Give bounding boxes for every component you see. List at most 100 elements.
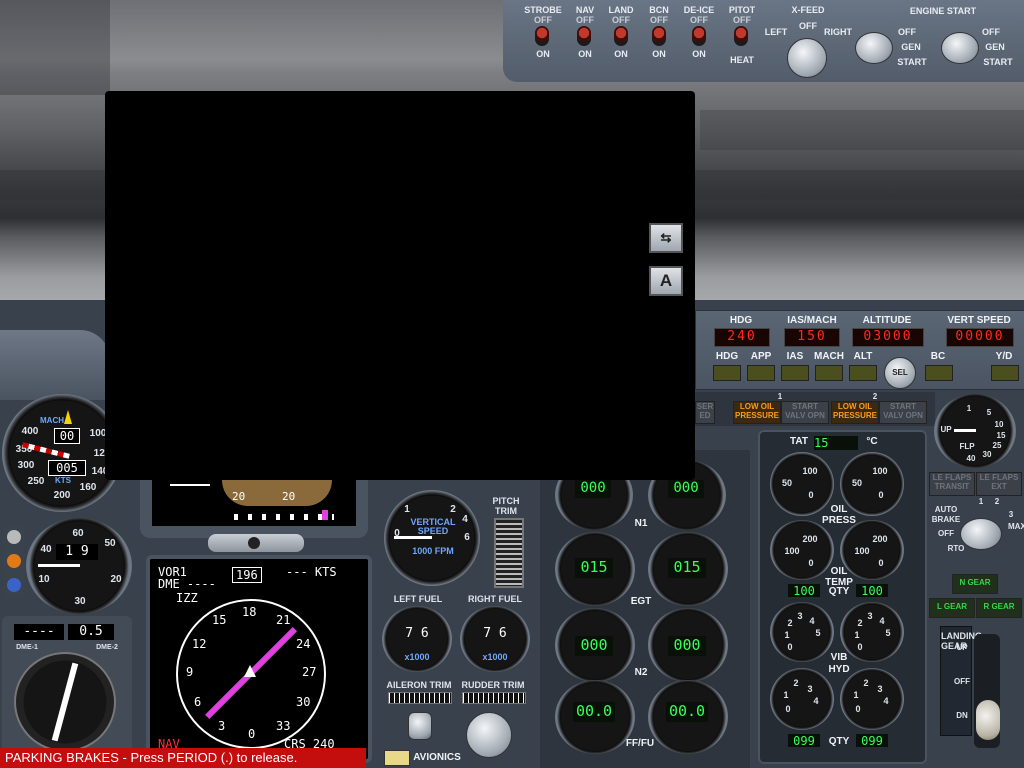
egt-left-readout: 015	[575, 558, 613, 578]
altimeter-needle	[38, 564, 80, 567]
flaps-flp-label: FLP	[959, 442, 975, 451]
pitot-toggle[interactable]	[734, 26, 748, 46]
ap-app-button[interactable]	[747, 365, 775, 381]
adi-knob[interactable]	[248, 537, 260, 549]
hyd-qty-right-readout: 099	[856, 734, 888, 748]
left-fuel-readout: 7 6	[405, 626, 429, 641]
engine-start-2-knob[interactable]	[941, 32, 979, 64]
pitch-trim-wheel[interactable]	[494, 518, 524, 588]
engine-start-1-off: OFF	[898, 27, 916, 37]
deice-off-label: OFF	[690, 15, 708, 25]
strobe-toggle[interactable]	[535, 26, 549, 46]
landing-gear-lever[interactable]	[976, 700, 1000, 740]
ap-mach-btn-label: MACH	[814, 351, 844, 362]
flaps-mark-40: 40	[966, 454, 976, 463]
hsi-card-0: 0	[248, 727, 256, 741]
hsi-speed: --- KTS	[286, 565, 337, 579]
ap-mach-button[interactable]	[815, 365, 843, 381]
ap-alt-btn-label: ALT	[853, 351, 873, 362]
oil-press-left-50: 50	[781, 478, 792, 488]
hyd-qty-label: QTY	[828, 736, 850, 747]
xfeed-off-label: OFF	[799, 21, 817, 31]
hyd-right-3: 3	[877, 684, 883, 694]
ap-hdg-btn-label: HDG	[715, 351, 739, 362]
ap-sel-knob[interactable]: SEL	[884, 357, 916, 389]
ap-ias-button[interactable]	[781, 365, 809, 381]
ap-bc-button[interactable]	[925, 365, 953, 381]
left-fuel-gauge: 7 6 x1000	[382, 606, 452, 672]
land-toggle[interactable]	[614, 26, 628, 46]
hsi-card-18: 18	[242, 605, 257, 619]
vsi-mark-4: 4	[462, 514, 468, 525]
annun-engine-1-number: 1	[777, 392, 783, 401]
hsi-compass-rose: 18 21 24 27 30 33 0 3 6 9 12 15	[176, 599, 326, 749]
nav-toggle[interactable]	[577, 26, 591, 46]
engine-start-2-start: START	[983, 57, 1013, 67]
autobrake-mark-3: 3	[1008, 510, 1014, 519]
ap-app-btn-label: APP	[750, 351, 772, 362]
bcn-off-label: OFF	[650, 15, 668, 25]
aileron-trim-knob[interactable]	[408, 712, 432, 740]
xfeed-knob[interactable]	[787, 38, 827, 78]
vib-left-gauge: 3 4 5 2 1 0	[770, 602, 834, 662]
right-fuel-gauge: 7 6 x1000	[460, 606, 530, 672]
flaps-mark-1: 1	[966, 404, 972, 413]
ap-alt-display: 03000	[852, 328, 924, 347]
oil-temp-right-100: 100	[854, 546, 870, 556]
asi-mark-200: 200	[53, 490, 71, 501]
asi-mark-400: 400	[21, 426, 39, 437]
ap-alt-button[interactable]	[849, 365, 877, 381]
vib-right-5: 5	[885, 628, 891, 638]
xfeed-left-label: LEFT	[764, 27, 788, 37]
flaps-mark-25: 25	[992, 441, 1002, 450]
hyd-label: HYD	[828, 664, 850, 675]
vib-right-2: 2	[857, 618, 863, 628]
tat-readout: 15	[814, 436, 858, 450]
adi-pitch-label-left: 20	[232, 490, 246, 503]
engine-start-1-knob[interactable]	[855, 32, 893, 64]
oil-press-right-50: 50	[851, 478, 862, 488]
landing-gear-up-label: UP	[956, 643, 968, 652]
ap-yd-button[interactable]	[991, 365, 1019, 381]
bcn-on-label: ON	[652, 49, 666, 59]
annun-engine-2-number: 2	[872, 392, 878, 401]
hsi-card-15: 15	[212, 613, 227, 627]
right-fuel-readout: 7 6	[483, 626, 507, 641]
hsi-ident: IZZ	[176, 591, 198, 605]
asi-mach-readout: 00	[54, 428, 80, 444]
rudder-trim-knob[interactable]	[466, 712, 512, 758]
route-icon[interactable]: ⇆	[649, 223, 683, 253]
rmi-compass-card	[14, 652, 116, 752]
alt-mark-60: 60	[72, 528, 84, 539]
annun-start-valve-2: START VALV OPN	[879, 401, 927, 424]
ap-hdg-button[interactable]	[713, 365, 741, 381]
vib-left-1: 1	[784, 630, 790, 640]
alt-mark-40: 40	[40, 544, 52, 555]
bcn-toggle[interactable]	[652, 26, 666, 46]
autopilot-panel: HDG 240 IAS/MACH 150 ALTITUDE 03000 VERT…	[695, 310, 1024, 390]
landing-gear-title: LANDING GEAR	[941, 631, 982, 651]
vertical-speed-indicator: VERTICAL SPEED 1000 FPM 0 1 2 4 6	[384, 490, 480, 586]
vsi-mark-2: 2	[450, 504, 456, 515]
deice-toggle[interactable]	[692, 26, 706, 46]
oil-press-right-0: 0	[878, 490, 884, 500]
rmi-dme1-readout: ----	[14, 624, 64, 640]
oil-temp-left-200: 200	[802, 534, 818, 544]
hyd-left-0: 0	[785, 704, 791, 714]
atc-button[interactable]: A	[649, 266, 683, 296]
xfeed-title: X-FEED	[791, 5, 825, 15]
hyd-right-gauge: 2 3 4 1 0	[840, 668, 904, 730]
ap-bc-label: BC	[930, 351, 946, 362]
xfeed-right-label: RIGHT	[824, 27, 852, 37]
adi-knob-plate	[208, 534, 304, 552]
hyd-left-2: 2	[793, 678, 799, 688]
autobrake-mark-1: 1	[978, 497, 984, 506]
avionics-switch[interactable]	[384, 750, 410, 766]
ap-ias-btn-label: IAS	[786, 351, 804, 362]
alt-mark-30: 30	[74, 596, 86, 607]
oil-qty-left-readout: 100	[788, 584, 820, 598]
ap-hdg-label: HDG	[729, 315, 753, 326]
hsi-card-33: 33	[276, 719, 291, 733]
autobrake-knob[interactable]	[960, 518, 1002, 550]
left-fuel-unit: x1000	[404, 652, 430, 662]
